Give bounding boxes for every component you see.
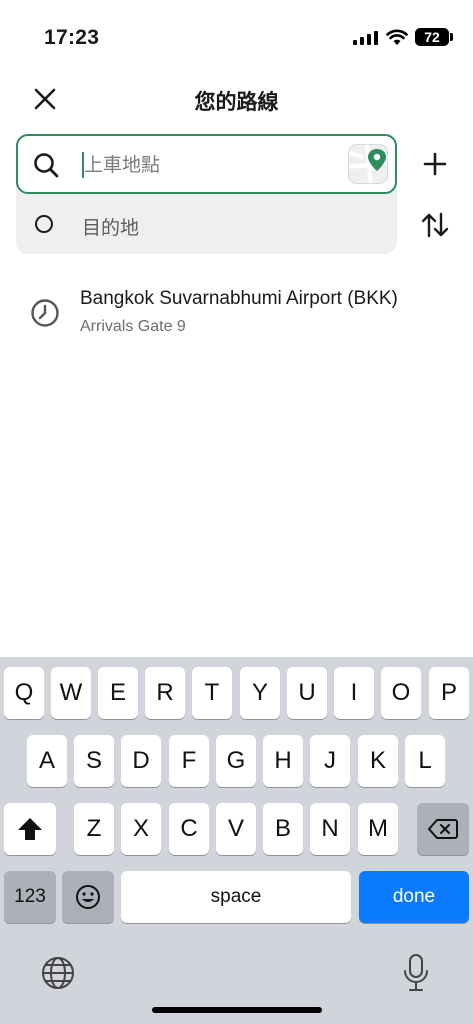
key-y[interactable]: Y [240,667,280,719]
backspace-icon [428,819,458,839]
key-g[interactable]: G [216,735,256,787]
emoji-icon [76,885,100,909]
pickup-input[interactable] [84,149,334,181]
home-indicator [152,1007,322,1013]
recent-location-title: Bangkok Suvarnabhumi Airport (BKK) [80,288,398,309]
key-v[interactable]: V [216,803,256,855]
microphone-icon[interactable] [402,953,430,993]
key-k[interactable]: K [358,735,398,787]
key-b[interactable]: B [263,803,303,855]
keyboard: Q W E R T Y U I O P A S D F G H J K L Z … [0,657,473,1024]
done-key[interactable]: done [359,871,469,923]
globe-icon[interactable] [40,955,76,991]
pickup-field[interactable] [16,134,397,194]
key-f[interactable]: F [169,735,209,787]
plus-icon [423,152,447,176]
key-n[interactable]: N [310,803,350,855]
key-x[interactable]: X [121,803,161,855]
key-j[interactable]: J [310,735,350,787]
key-s[interactable]: S [74,735,114,787]
map-pin-icon [349,145,387,183]
key-t[interactable]: T [192,667,232,719]
key-h[interactable]: H [263,735,303,787]
key-c[interactable]: C [169,803,209,855]
battery-nub [450,33,453,41]
key-u[interactable]: U [287,667,327,719]
clock-icon [31,299,59,327]
key-i[interactable]: I [334,667,374,719]
key-d[interactable]: D [121,735,161,787]
key-l[interactable]: L [405,735,445,787]
destination-label: 目的地 [82,217,140,239]
key-m[interactable]: M [358,803,398,855]
destination-circle-icon [35,215,53,233]
key-a[interactable]: A [27,735,67,787]
cellular-signal-icon [353,31,378,45]
emoji-key[interactable] [62,871,114,923]
search-icon [34,153,59,178]
backspace-key[interactable] [417,803,469,855]
space-key[interactable]: space [121,871,351,923]
shift-icon [18,818,42,840]
key-q[interactable]: Q [4,667,44,719]
add-stop-button[interactable] [421,150,449,178]
shift-key[interactable] [4,803,56,855]
map-pin-button[interactable] [348,144,388,184]
page-title: 您的路線 [194,91,279,114]
key-r[interactable]: R [145,667,185,719]
status-bar: 17:23 72 [0,0,473,70]
battery-indicator: 72 [415,28,449,46]
swap-route-button[interactable] [420,210,450,240]
key-o[interactable]: O [381,667,421,719]
recent-location-item[interactable]: Bangkok Suvarnabhumi Airport (BKK) Arriv… [16,276,456,350]
destination-field[interactable]: 目的地 [16,194,397,254]
key-p[interactable]: P [429,667,469,719]
recent-location-subtitle: Arrivals Gate 9 [80,318,186,335]
key-w[interactable]: W [51,667,91,719]
key-z[interactable]: Z [74,803,114,855]
key-e[interactable]: E [98,667,138,719]
wifi-icon [386,29,408,45]
swap-arrows-icon [421,212,449,238]
status-time: 17:23 [44,26,100,49]
numbers-key[interactable]: 123 [4,871,56,923]
